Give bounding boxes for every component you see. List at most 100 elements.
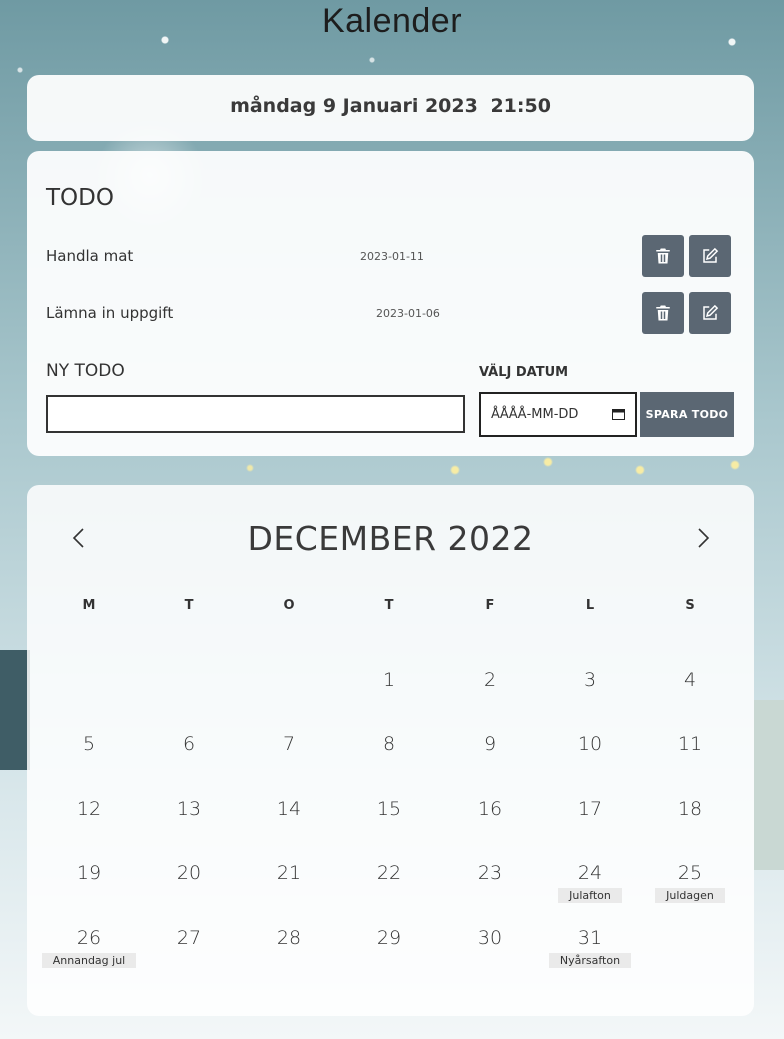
calendar-day[interactable]: 19 <box>41 862 137 910</box>
todo-date-picker[interactable]: ÅÅÅÅ-MM-DD <box>479 392 637 437</box>
day-number: 16 <box>477 798 503 820</box>
weekday-label: O <box>283 598 295 613</box>
day-number: 24 <box>577 862 603 884</box>
day-number: 14 <box>276 798 302 820</box>
calendar-day[interactable]: 20 <box>141 862 237 910</box>
background-house-right <box>754 700 784 870</box>
day-number: 12 <box>76 798 102 820</box>
day-number: 31 <box>577 927 603 949</box>
todo-item: Lämna in uppgift 2023-01-06 <box>27 292 754 334</box>
todo-item-date: 2023-01-06 <box>376 307 440 320</box>
day-number: 21 <box>276 862 302 884</box>
calendar-icon[interactable] <box>612 408 625 420</box>
holiday-label: Juldagen <box>655 888 725 903</box>
trash-icon <box>656 305 670 321</box>
weekday-label: T <box>184 598 194 613</box>
day-number: 30 <box>477 927 503 949</box>
date-placeholder: ÅÅÅÅ-MM-DD <box>491 407 579 422</box>
calendar-day[interactable]: 16 <box>442 798 538 846</box>
day-number: 13 <box>176 798 202 820</box>
day-number: 5 <box>82 733 96 755</box>
calendar-day[interactable]: 2 <box>442 669 538 717</box>
calendar-day[interactable]: 25 Juldagen <box>642 862 738 910</box>
weekday-label: L <box>585 598 595 613</box>
new-todo-label: NY TODO <box>46 361 125 381</box>
day-number: 2 <box>483 669 497 691</box>
calendar-day[interactable]: 8 <box>341 733 437 781</box>
todo-heading: TODO <box>46 185 114 211</box>
weekday-label: S <box>685 598 695 613</box>
day-number: 20 <box>176 862 202 884</box>
calendar-day[interactable]: 9 <box>442 733 538 781</box>
todo-item: Handla mat 2023-01-11 <box>27 235 754 277</box>
chevron-right-icon[interactable] <box>691 525 715 551</box>
day-number: 28 <box>276 927 302 949</box>
day-number: 4 <box>683 669 697 691</box>
edit-todo-button[interactable] <box>689 235 731 277</box>
day-number: 6 <box>182 733 196 755</box>
background-house-left <box>0 650 30 770</box>
calendar-day[interactable]: 17 <box>542 798 638 846</box>
calendar-day[interactable]: 3 <box>542 669 638 717</box>
calendar-day[interactable]: 11 <box>642 733 738 781</box>
calendar-day[interactable]: 15 <box>341 798 437 846</box>
day-number: 10 <box>577 733 603 755</box>
edit-icon <box>703 247 719 263</box>
day-number: 23 <box>477 862 503 884</box>
day-number: 15 <box>376 798 402 820</box>
current-date: måndag 9 Januari 2023 <box>230 95 478 117</box>
choose-date-label: VÄLJ DATUM <box>479 365 569 380</box>
calendar-day[interactable]: 6 <box>141 733 237 781</box>
calendar-day[interactable]: 27 <box>141 927 237 975</box>
current-date-card: måndag 9 Januari 2023 21:50 <box>27 75 754 141</box>
day-number: 9 <box>483 733 497 755</box>
delete-todo-button[interactable] <box>642 235 684 277</box>
day-number: 1 <box>382 669 396 691</box>
calendar-day[interactable]: 31 Nyårsafton <box>542 927 638 975</box>
calendar-day[interactable]: 24 Julafton <box>542 862 638 910</box>
calendar-day[interactable]: 22 <box>341 862 437 910</box>
day-number: 11 <box>677 733 703 755</box>
calendar-day[interactable]: 4 <box>642 669 738 717</box>
calendar-day[interactable]: 26 Annandag jul <box>41 927 137 975</box>
edit-todo-button[interactable] <box>689 292 731 334</box>
day-number: 8 <box>382 733 396 755</box>
holiday-label: Annandag jul <box>41 953 137 968</box>
calendar-day[interactable]: 7 <box>241 733 337 781</box>
weekday-label: T <box>384 598 394 613</box>
page-title: Kalender <box>321 2 463 40</box>
calendar-day[interactable]: 18 <box>642 798 738 846</box>
calendar-day[interactable]: 29 <box>341 927 437 975</box>
day-number: 17 <box>577 798 603 820</box>
calendar-day[interactable]: 28 <box>241 927 337 975</box>
day-number: 3 <box>583 669 597 691</box>
calendar-card: DECEMBER 2022 MTOTFLS 1 2 3 4 5 6 7 8 9 10 11 12 13 1… <box>27 485 754 1016</box>
calendar-day[interactable]: 12 <box>41 798 137 846</box>
day-number: 19 <box>76 862 102 884</box>
current-time: 21:50 <box>490 95 551 117</box>
todo-item-title: Lämna in uppgift <box>46 304 174 322</box>
day-number: 27 <box>176 927 202 949</box>
day-number: 26 <box>76 927 102 949</box>
calendar-day[interactable]: 13 <box>141 798 237 846</box>
day-number: 18 <box>677 798 703 820</box>
trash-icon <box>656 248 670 264</box>
calendar-day[interactable]: 14 <box>241 798 337 846</box>
todo-card: TODO Handla mat 2023-01-11 Lämna in uppg… <box>27 151 754 456</box>
todo-item-title: Handla mat <box>46 247 134 265</box>
day-number: 7 <box>282 733 296 755</box>
calendar-day[interactable]: 30 <box>442 927 538 975</box>
day-number: 22 <box>376 862 402 884</box>
calendar-day[interactable]: 1 <box>341 669 437 717</box>
holiday-label: Nyårsafton <box>548 953 632 968</box>
save-todo-button[interactable]: SPARA TODO <box>640 392 734 437</box>
calendar-day[interactable]: 21 <box>241 862 337 910</box>
calendar-day[interactable]: 10 <box>542 733 638 781</box>
month-title: DECEMBER 2022 <box>247 519 534 558</box>
calendar-day[interactable]: 23 <box>442 862 538 910</box>
day-number: 25 <box>677 862 703 884</box>
weekday-label: M <box>82 598 96 613</box>
calendar-day[interactable]: 5 <box>41 733 137 781</box>
delete-todo-button[interactable] <box>642 292 684 334</box>
new-todo-input[interactable] <box>46 395 465 433</box>
